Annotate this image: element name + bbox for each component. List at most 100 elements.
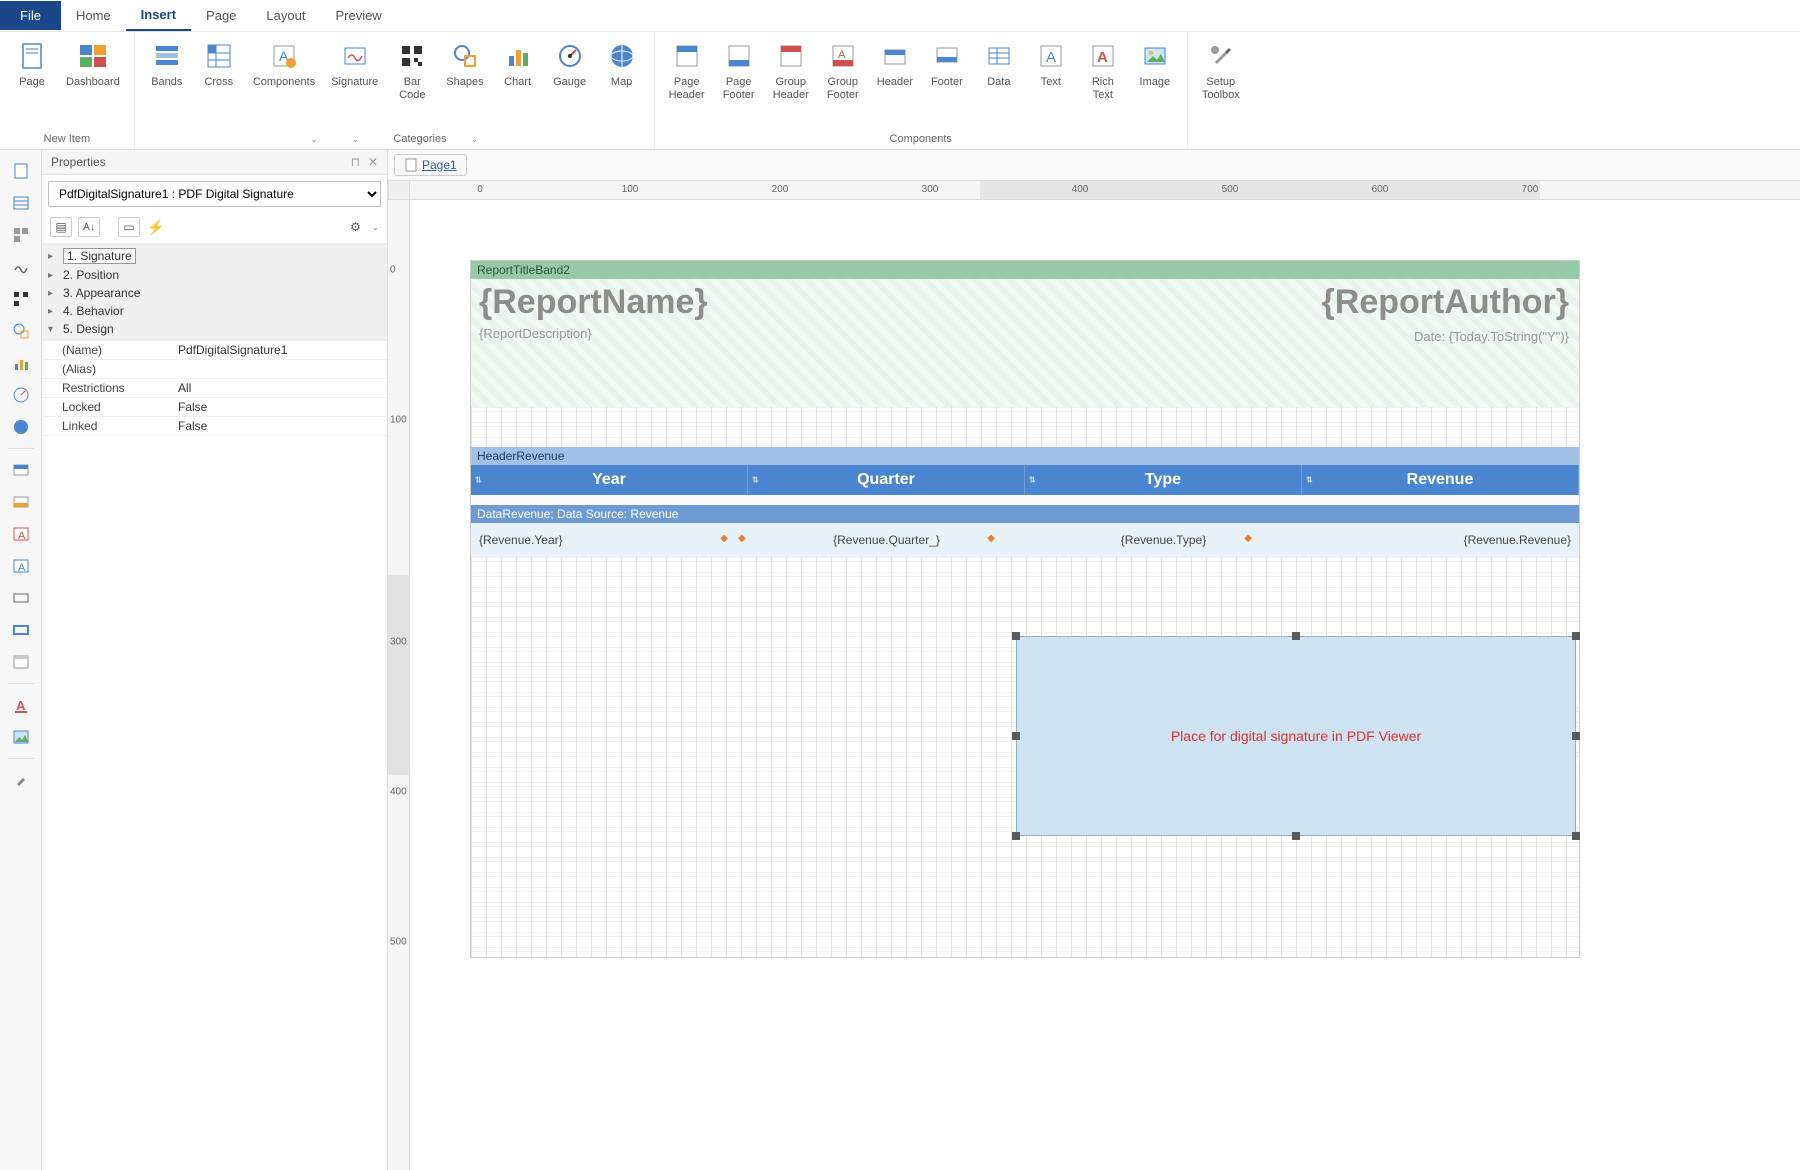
resize-handle-sw[interactable] — [1012, 832, 1020, 840]
ribbon-barcode-button[interactable]: Bar Code — [386, 36, 438, 131]
component-selector[interactable]: PdfDigitalSignature1 : PDF Digital Signa… — [48, 181, 381, 207]
horizontal-ruler[interactable]: 0 100 200 300 400 500 600 700 — [410, 180, 1800, 200]
tool-panel-icon[interactable] — [5, 647, 37, 677]
ribbon-groupheader-button[interactable]: Group Header — [765, 36, 817, 131]
close-icon[interactable]: ✕ — [368, 155, 378, 169]
col-revenue[interactable]: ⇅Revenue — [1302, 465, 1579, 495]
col-year[interactable]: ⇅Year — [471, 465, 748, 495]
pagefooter-icon — [723, 40, 755, 72]
ribbon-cross-button[interactable]: Cross — [193, 36, 245, 131]
prop-row-locked[interactable]: LockedFalse — [42, 398, 387, 417]
tool-wrench-icon[interactable] — [5, 765, 37, 795]
svg-text:A: A — [1097, 49, 1108, 66]
tool-text-red-icon[interactable]: A — [5, 690, 37, 720]
ribbon-bands-button[interactable]: Bands — [141, 36, 193, 131]
pin-icon[interactable]: ⊓ — [351, 155, 360, 169]
tool-shape-icon[interactable] — [5, 316, 37, 346]
resize-handle-w[interactable] — [1012, 732, 1020, 740]
pdf-signature-component[interactable]: Place for digital signature in PDF Viewe… — [1016, 636, 1576, 836]
chevron-down-icon[interactable]: ⌄ — [471, 134, 479, 145]
tool-text-b-icon[interactable]: A — [5, 551, 37, 581]
ribbon-map-button[interactable]: Map — [596, 36, 648, 131]
ribbon-page-button[interactable]: Page — [6, 36, 58, 131]
ribbon-groupfooter-button[interactable]: AGroup Footer — [817, 36, 869, 131]
title-band-header[interactable]: ReportTitleBand2 — [471, 261, 1579, 279]
rect-tool-icon[interactable]: ▭ — [118, 217, 140, 237]
ribbon-gauge-button[interactable]: Gauge — [544, 36, 596, 131]
ribbon-chart-button[interactable]: Chart — [492, 36, 544, 131]
ribbon-richtext-button[interactable]: ARich Text — [1077, 36, 1129, 131]
data-band-header[interactable]: DataRevenue; Data Source: Revenue — [471, 505, 1579, 523]
report-desc-field[interactable]: {ReportDescription} — [479, 326, 1571, 341]
prop-row-name[interactable]: (Name)PdfDigitalSignature1 — [42, 341, 387, 360]
tool-rect1-icon[interactable] — [5, 583, 37, 613]
tab-layout[interactable]: Layout — [251, 1, 320, 30]
page-tab[interactable]: Page1 — [394, 154, 467, 176]
tool-gauge-icon[interactable] — [5, 380, 37, 410]
chevron-down-icon[interactable]: ⌄ — [310, 134, 318, 145]
categorize-icon[interactable]: ▤ — [50, 217, 72, 237]
field-type[interactable]: {Revenue.Type}◆ — [1025, 523, 1302, 557]
cat-design[interactable]: 5. Design — [48, 320, 381, 338]
resize-handle-n[interactable] — [1292, 632, 1300, 640]
prop-row-alias[interactable]: (Alias) — [42, 360, 387, 379]
resize-handle-s[interactable] — [1292, 832, 1300, 840]
tool-text-a-icon[interactable]: A — [5, 519, 37, 549]
report-date-field[interactable]: Date: {Today.ToString("Y")} — [1414, 329, 1569, 344]
cat-appearance[interactable]: 3. Appearance — [48, 284, 381, 302]
col-quarter[interactable]: ⇅Quarter — [748, 465, 1025, 495]
tool-chart-icon[interactable] — [5, 348, 37, 378]
prop-row-linked[interactable]: LinkedFalse — [42, 417, 387, 436]
resize-handle-nw[interactable] — [1012, 632, 1020, 640]
tab-preview[interactable]: Preview — [320, 1, 396, 30]
tab-insert[interactable]: Insert — [126, 0, 191, 31]
sort-az-icon[interactable]: A↓ — [78, 217, 100, 237]
resize-handle-se[interactable] — [1572, 832, 1580, 840]
ribbon-header-button[interactable]: Header — [869, 36, 921, 131]
design-surface[interactable]: ReportTitleBand2 {ReportName} {ReportAut… — [410, 200, 1800, 1170]
tool-rect2-icon[interactable] — [5, 615, 37, 645]
tab-home[interactable]: Home — [61, 1, 126, 30]
tool-qr-icon[interactable] — [5, 284, 37, 314]
report-author-field[interactable]: {ReportAuthor} — [1322, 283, 1569, 322]
tool-image-icon[interactable] — [5, 722, 37, 752]
resize-handle-e[interactable] — [1572, 732, 1580, 740]
ribbon-components-button[interactable]: A Components — [245, 36, 323, 131]
ribbon-dashboard-button[interactable]: Dashboard — [58, 36, 128, 131]
cat-position[interactable]: 2. Position — [48, 266, 381, 284]
tab-file[interactable]: File — [0, 1, 61, 30]
events-icon[interactable]: ⚡ — [146, 217, 166, 237]
title-band-body[interactable]: {ReportName} {ReportAuthor} {ReportDescr… — [471, 279, 1579, 407]
tool-globe-icon[interactable] — [5, 412, 37, 442]
tool-page-icon[interactable] — [5, 156, 37, 186]
ribbon-shapes-button[interactable]: Shapes — [438, 36, 491, 131]
vertical-ruler[interactable]: 0 100 300 400 500 — [388, 200, 410, 1170]
tool-band2-icon[interactable] — [5, 487, 37, 517]
chevron-down-icon[interactable]: ⌄ — [371, 222, 379, 233]
cat-behavior[interactable]: 4. Behavior — [48, 302, 381, 320]
ribbon-signature-button[interactable]: Signature — [323, 36, 386, 131]
properties-categories: 1. Signature 2. Position 3. Appearance 4… — [42, 243, 387, 341]
ribbon-image-button[interactable]: Image — [1129, 36, 1181, 131]
header-band-header[interactable]: HeaderRevenue — [471, 447, 1579, 465]
chevron-down-icon[interactable]: ⌄ — [352, 134, 360, 145]
tab-page[interactable]: Page — [191, 1, 251, 30]
cat-signature[interactable]: 1. Signature — [48, 246, 381, 266]
ribbon-data-button[interactable]: Data — [973, 36, 1025, 131]
tool-band1-icon[interactable] — [5, 455, 37, 485]
ribbon-pagefooter-button[interactable]: Page Footer — [713, 36, 765, 131]
gear-icon[interactable]: ⚙ — [345, 217, 365, 237]
col-type[interactable]: ⇅Type — [1025, 465, 1302, 495]
resize-handle-ne[interactable] — [1572, 632, 1580, 640]
tool-table-icon[interactable] — [5, 188, 37, 218]
tool-signature-icon[interactable] — [5, 252, 37, 282]
field-quarter[interactable]: ◆{Revenue.Quarter_}◆ — [748, 523, 1025, 557]
ribbon-setup-button[interactable]: Setup Toolbox — [1194, 36, 1248, 143]
ribbon-footer-button[interactable]: Footer — [921, 36, 973, 131]
prop-row-restrictions[interactable]: RestrictionsAll — [42, 379, 387, 398]
tool-grid-icon[interactable] — [5, 220, 37, 250]
field-revenue[interactable]: {Revenue.Revenue} — [1302, 523, 1579, 557]
ribbon-text-button[interactable]: AText — [1025, 36, 1077, 131]
field-year[interactable]: {Revenue.Year}◆ — [471, 523, 748, 557]
ribbon-pageheader-button[interactable]: Page Header — [661, 36, 713, 131]
